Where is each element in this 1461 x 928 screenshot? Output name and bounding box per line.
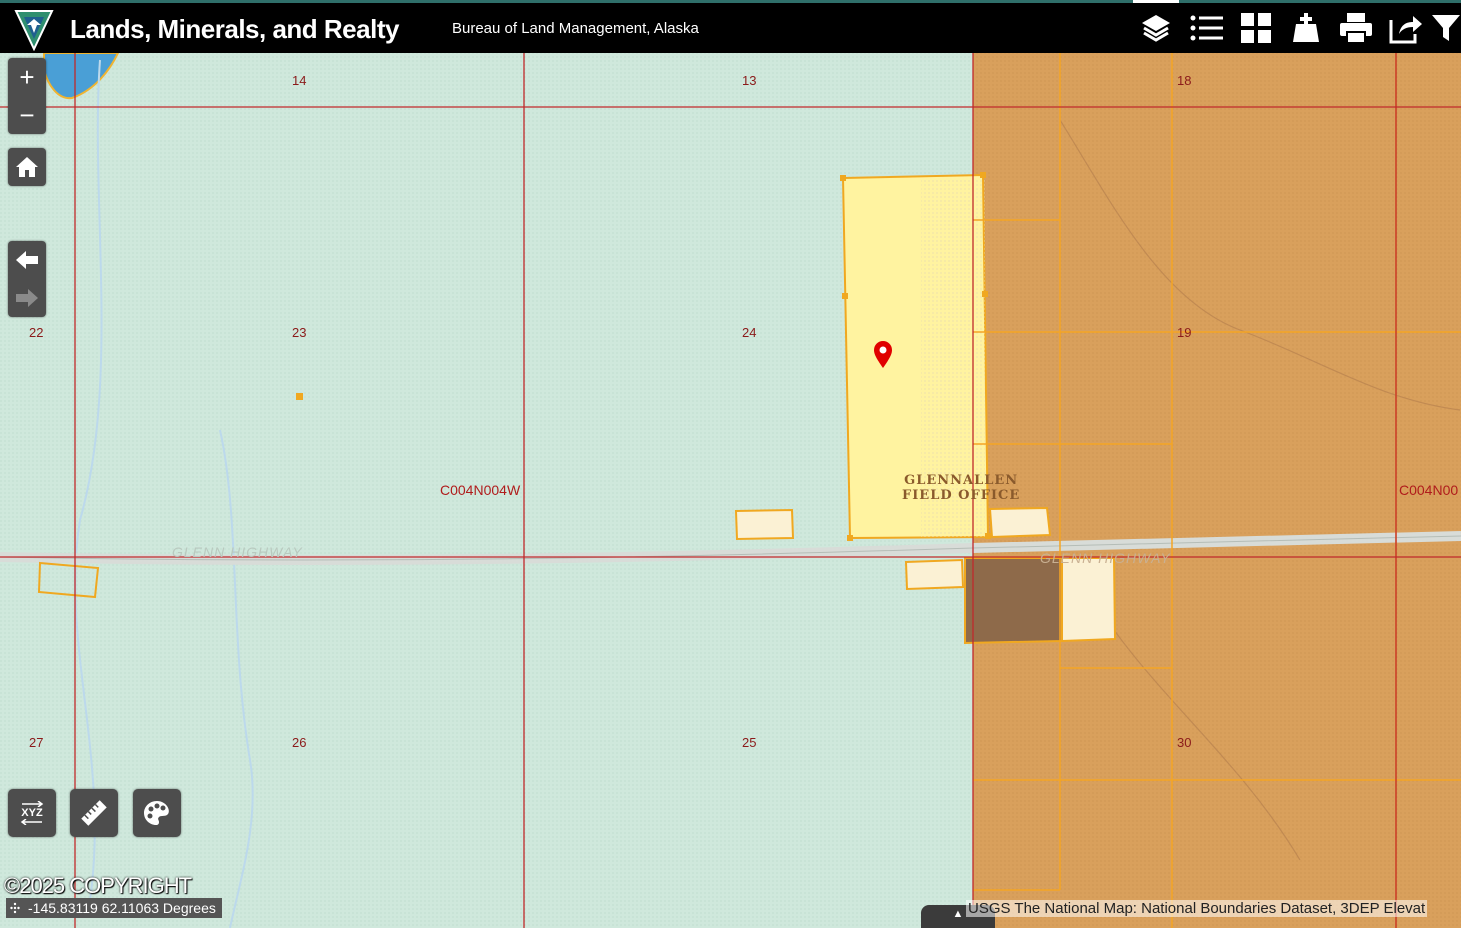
- section-label: 22: [29, 325, 44, 340]
- section-label: 13: [742, 73, 757, 88]
- arrow-right-icon: [16, 289, 38, 307]
- section-label: 18: [1177, 73, 1192, 88]
- share-icon: [1389, 16, 1422, 44]
- parcel[interactable]: [904, 558, 965, 591]
- layers-button[interactable]: [1131, 0, 1181, 53]
- print-icon: [1340, 13, 1372, 44]
- legend-list-icon: [1190, 15, 1223, 41]
- coordinate-readout: -145.83119 62.11063 Degrees: [6, 898, 222, 918]
- map-canvas: [0, 53, 1461, 928]
- parcel[interactable]: [734, 508, 795, 541]
- zoom-out-button[interactable]: −: [8, 96, 46, 134]
- zoom-in-button[interactable]: +: [8, 58, 46, 96]
- section-label: 19: [1177, 325, 1192, 340]
- print-button[interactable]: [1331, 3, 1381, 53]
- section-label: 23: [292, 325, 307, 340]
- township-label: C004N004W: [440, 482, 521, 498]
- xyz-icon: XYZ: [20, 801, 44, 825]
- map-attribution: USGS The National Map: National Boundari…: [966, 900, 1428, 917]
- draw-button[interactable]: [133, 789, 181, 837]
- blm-logo: [14, 10, 54, 51]
- road-label: GLENN HIGHWAY: [172, 544, 303, 560]
- app-title: Lands, Minerals, and Realty: [70, 14, 399, 44]
- filter-icon: [1432, 15, 1460, 41]
- section-label: 26: [292, 735, 307, 750]
- legend-button[interactable]: [1181, 3, 1231, 53]
- add-data-icon: [1293, 13, 1319, 42]
- header-toolbar: [1131, 0, 1461, 53]
- layers-icon: [1142, 15, 1170, 42]
- section-label: 24: [742, 325, 757, 340]
- field-office-label: GLENNALLEN FIELD OFFICE: [902, 473, 1020, 503]
- app-subtitle: Bureau of Land Management, Alaska: [452, 20, 699, 37]
- zoom-control: + −: [8, 58, 46, 134]
- filter-button[interactable]: [1431, 3, 1461, 53]
- palette-icon: [144, 801, 169, 825]
- home-control: [8, 148, 46, 186]
- section-label: 14: [292, 73, 307, 88]
- parcel[interactable]: [988, 506, 1052, 539]
- previous-extent-button[interactable]: [8, 241, 46, 279]
- section-label: 27: [29, 735, 44, 750]
- xyz-label: XYZ: [21, 807, 43, 819]
- basemap-gallery-button[interactable]: [1231, 3, 1281, 53]
- field-office-label-line1: GLENNALLEN: [904, 473, 1019, 488]
- ruler-icon: [81, 800, 107, 826]
- app-header: Lands, Minerals, and Realty Bureau of La…: [0, 0, 1461, 53]
- coordinate-value: -145.83119 62.11063 Degrees: [28, 900, 216, 916]
- coordinate-menu-icon[interactable]: [10, 902, 20, 914]
- chevron-up-icon: ▲: [952, 908, 964, 920]
- basemap-gallery-icon: [1241, 13, 1271, 43]
- road-label: GLENN HIGHWAY: [1040, 550, 1171, 566]
- copyright-text: ©2025 COPYRIGHT: [4, 873, 192, 898]
- home-icon: [16, 157, 38, 177]
- share-button[interactable]: [1381, 3, 1431, 53]
- parcel-dark[interactable]: [964, 557, 1063, 645]
- next-extent-button[interactable]: [8, 279, 46, 317]
- section-label: 25: [742, 735, 757, 750]
- coordinate-conversion-button[interactable]: XYZ: [8, 789, 56, 837]
- map-view[interactable]: 14 13 18 22 23 24 19 27 26 25 30 C004N00…: [0, 53, 1461, 928]
- township-label: C004N00: [1399, 482, 1459, 498]
- field-office-label-line2: FIELD OFFICE: [902, 488, 1021, 503]
- extent-navigation: [8, 241, 46, 317]
- parcel[interactable]: [1061, 557, 1117, 643]
- home-button[interactable]: [8, 148, 46, 186]
- measure-button[interactable]: [70, 789, 118, 837]
- arrow-left-icon: [16, 251, 38, 269]
- section-label: 30: [1177, 735, 1192, 750]
- add-data-button[interactable]: [1281, 3, 1331, 53]
